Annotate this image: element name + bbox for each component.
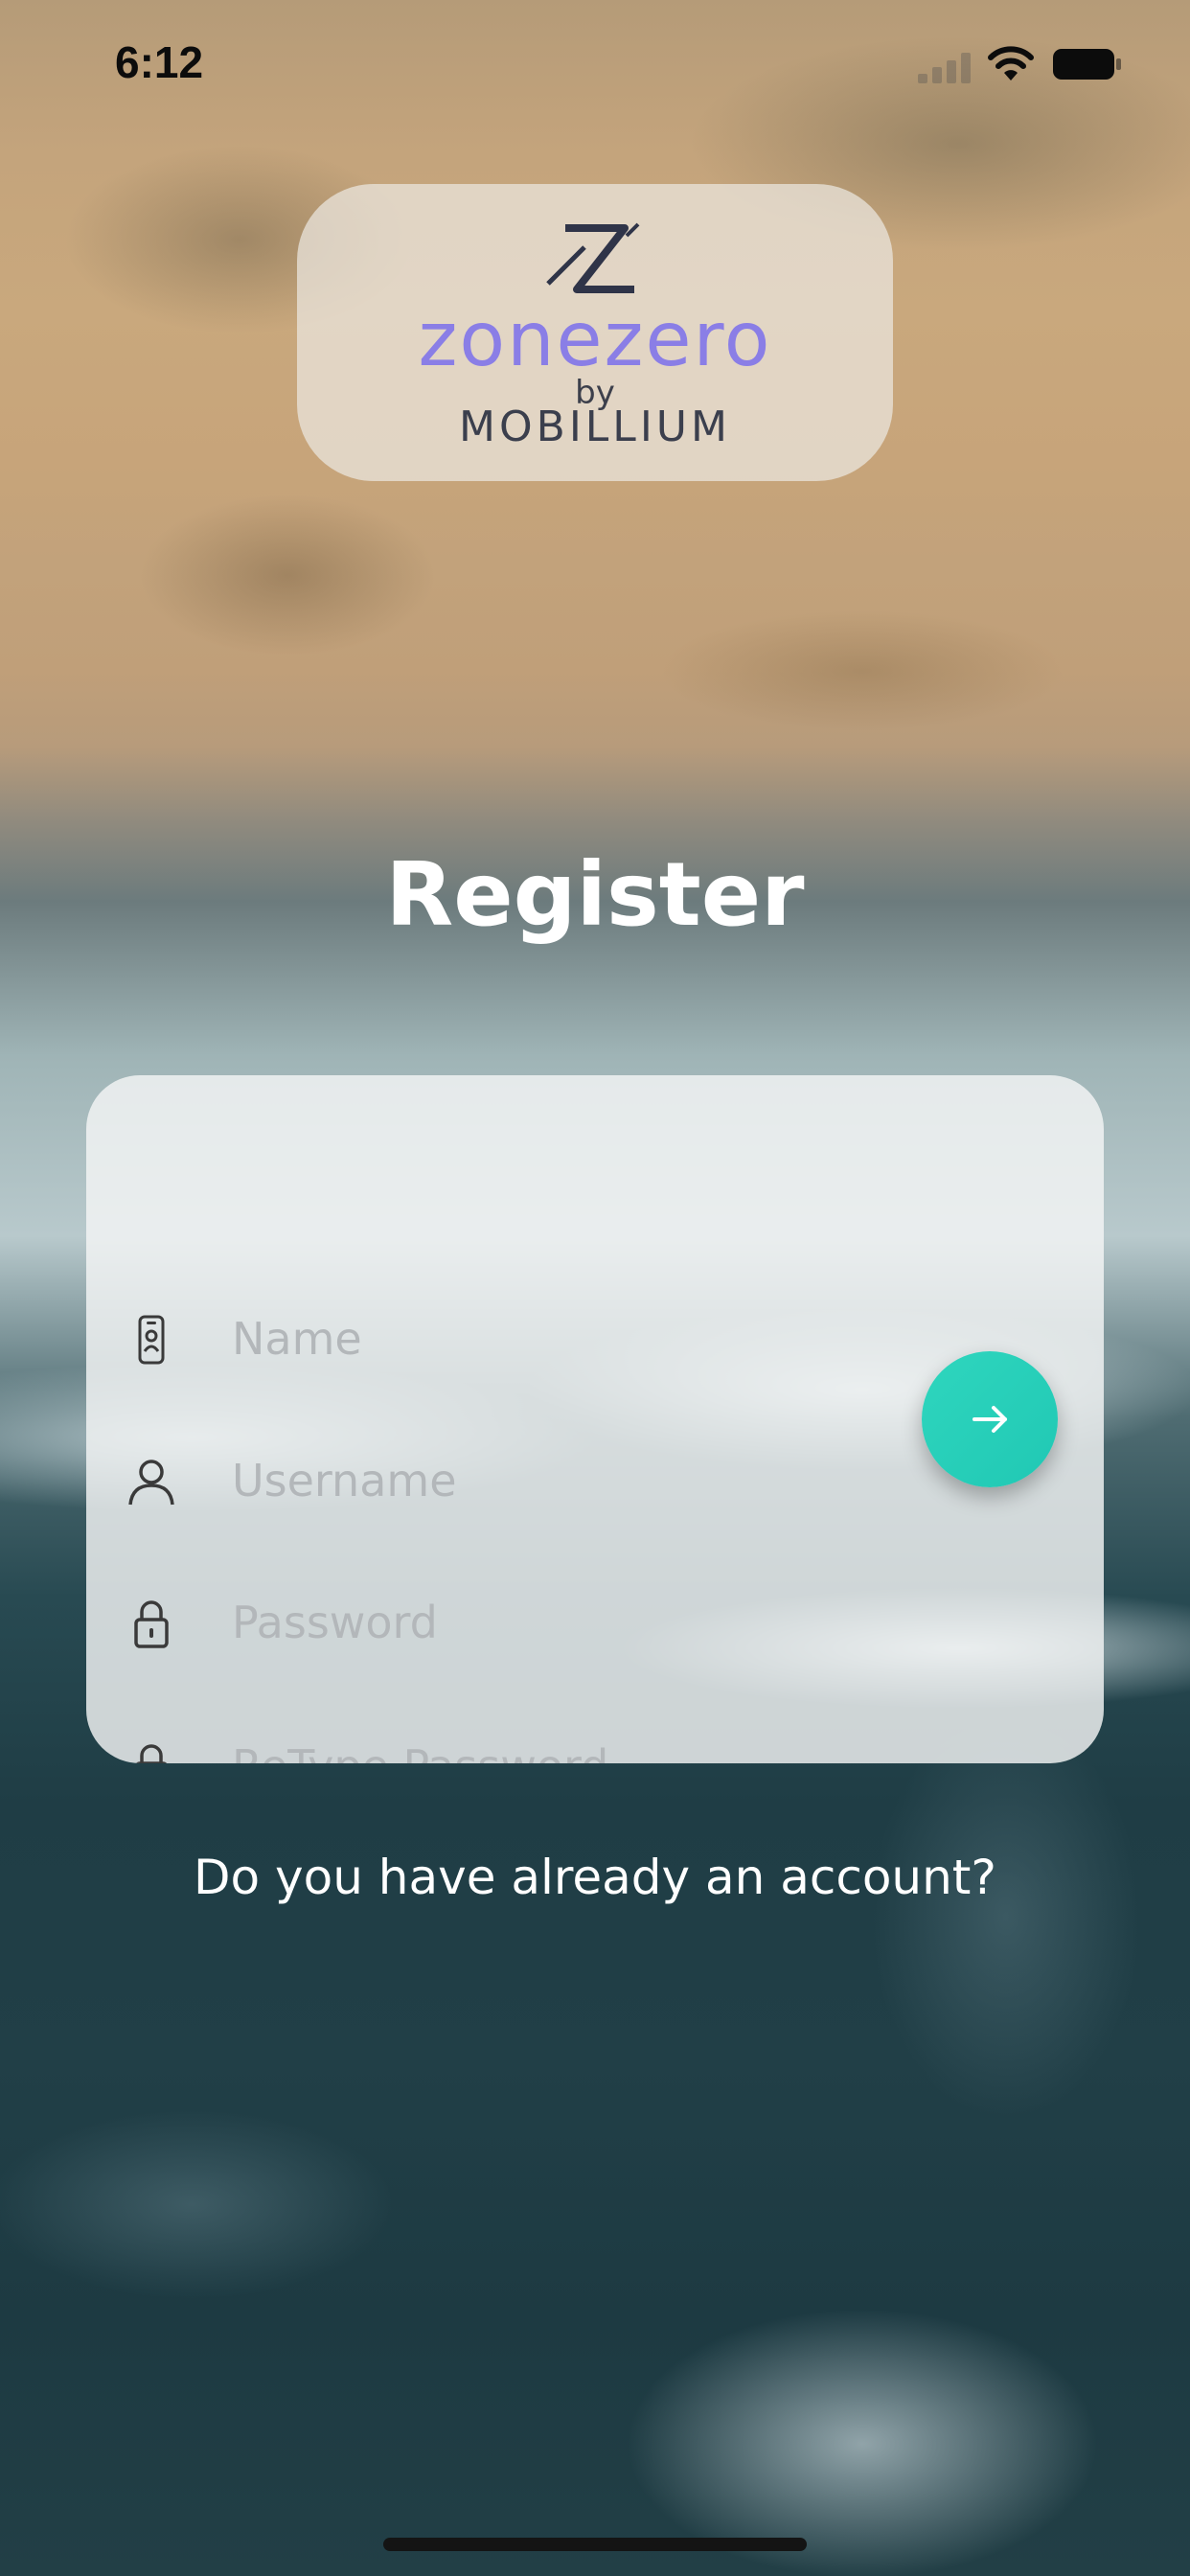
id-badge-icon bbox=[138, 1315, 165, 1365]
username-input[interactable] bbox=[232, 1447, 864, 1514]
logo-company-name: MOBILLIUM bbox=[459, 402, 731, 451]
lock-icon bbox=[134, 1600, 169, 1648]
password-field bbox=[86, 1570, 891, 1675]
register-submit-button[interactable] bbox=[922, 1351, 1058, 1487]
wifi-icon bbox=[988, 46, 1034, 80]
logo-wordmark: zonezero bbox=[418, 297, 772, 383]
arrow-right-icon bbox=[973, 1406, 1007, 1433]
battery-icon bbox=[1053, 49, 1121, 80]
lock-icon bbox=[135, 1744, 168, 1763]
retype-password-field bbox=[86, 1714, 891, 1763]
home-indicator bbox=[383, 2538, 807, 2551]
retype-password-input[interactable] bbox=[232, 1733, 864, 1763]
name-input[interactable] bbox=[232, 1305, 864, 1372]
app-logo: zonezero by MOBILLIUM bbox=[297, 184, 893, 481]
status-bar: 6:12 bbox=[0, 0, 1190, 125]
password-input[interactable] bbox=[232, 1589, 864, 1656]
status-time: 6:12 bbox=[115, 37, 204, 87]
person-icon bbox=[128, 1460, 174, 1506]
page-title: Register bbox=[385, 843, 805, 946]
username-field bbox=[86, 1428, 891, 1533]
cellular-signal-icon bbox=[918, 53, 971, 83]
name-field bbox=[86, 1286, 891, 1392]
register-screen: 6:12 zonezero by MOBILLIUM Register Name… bbox=[0, 0, 1190, 2576]
login-link[interactable]: Do you have already an account? bbox=[0, 1850, 1190, 1905]
